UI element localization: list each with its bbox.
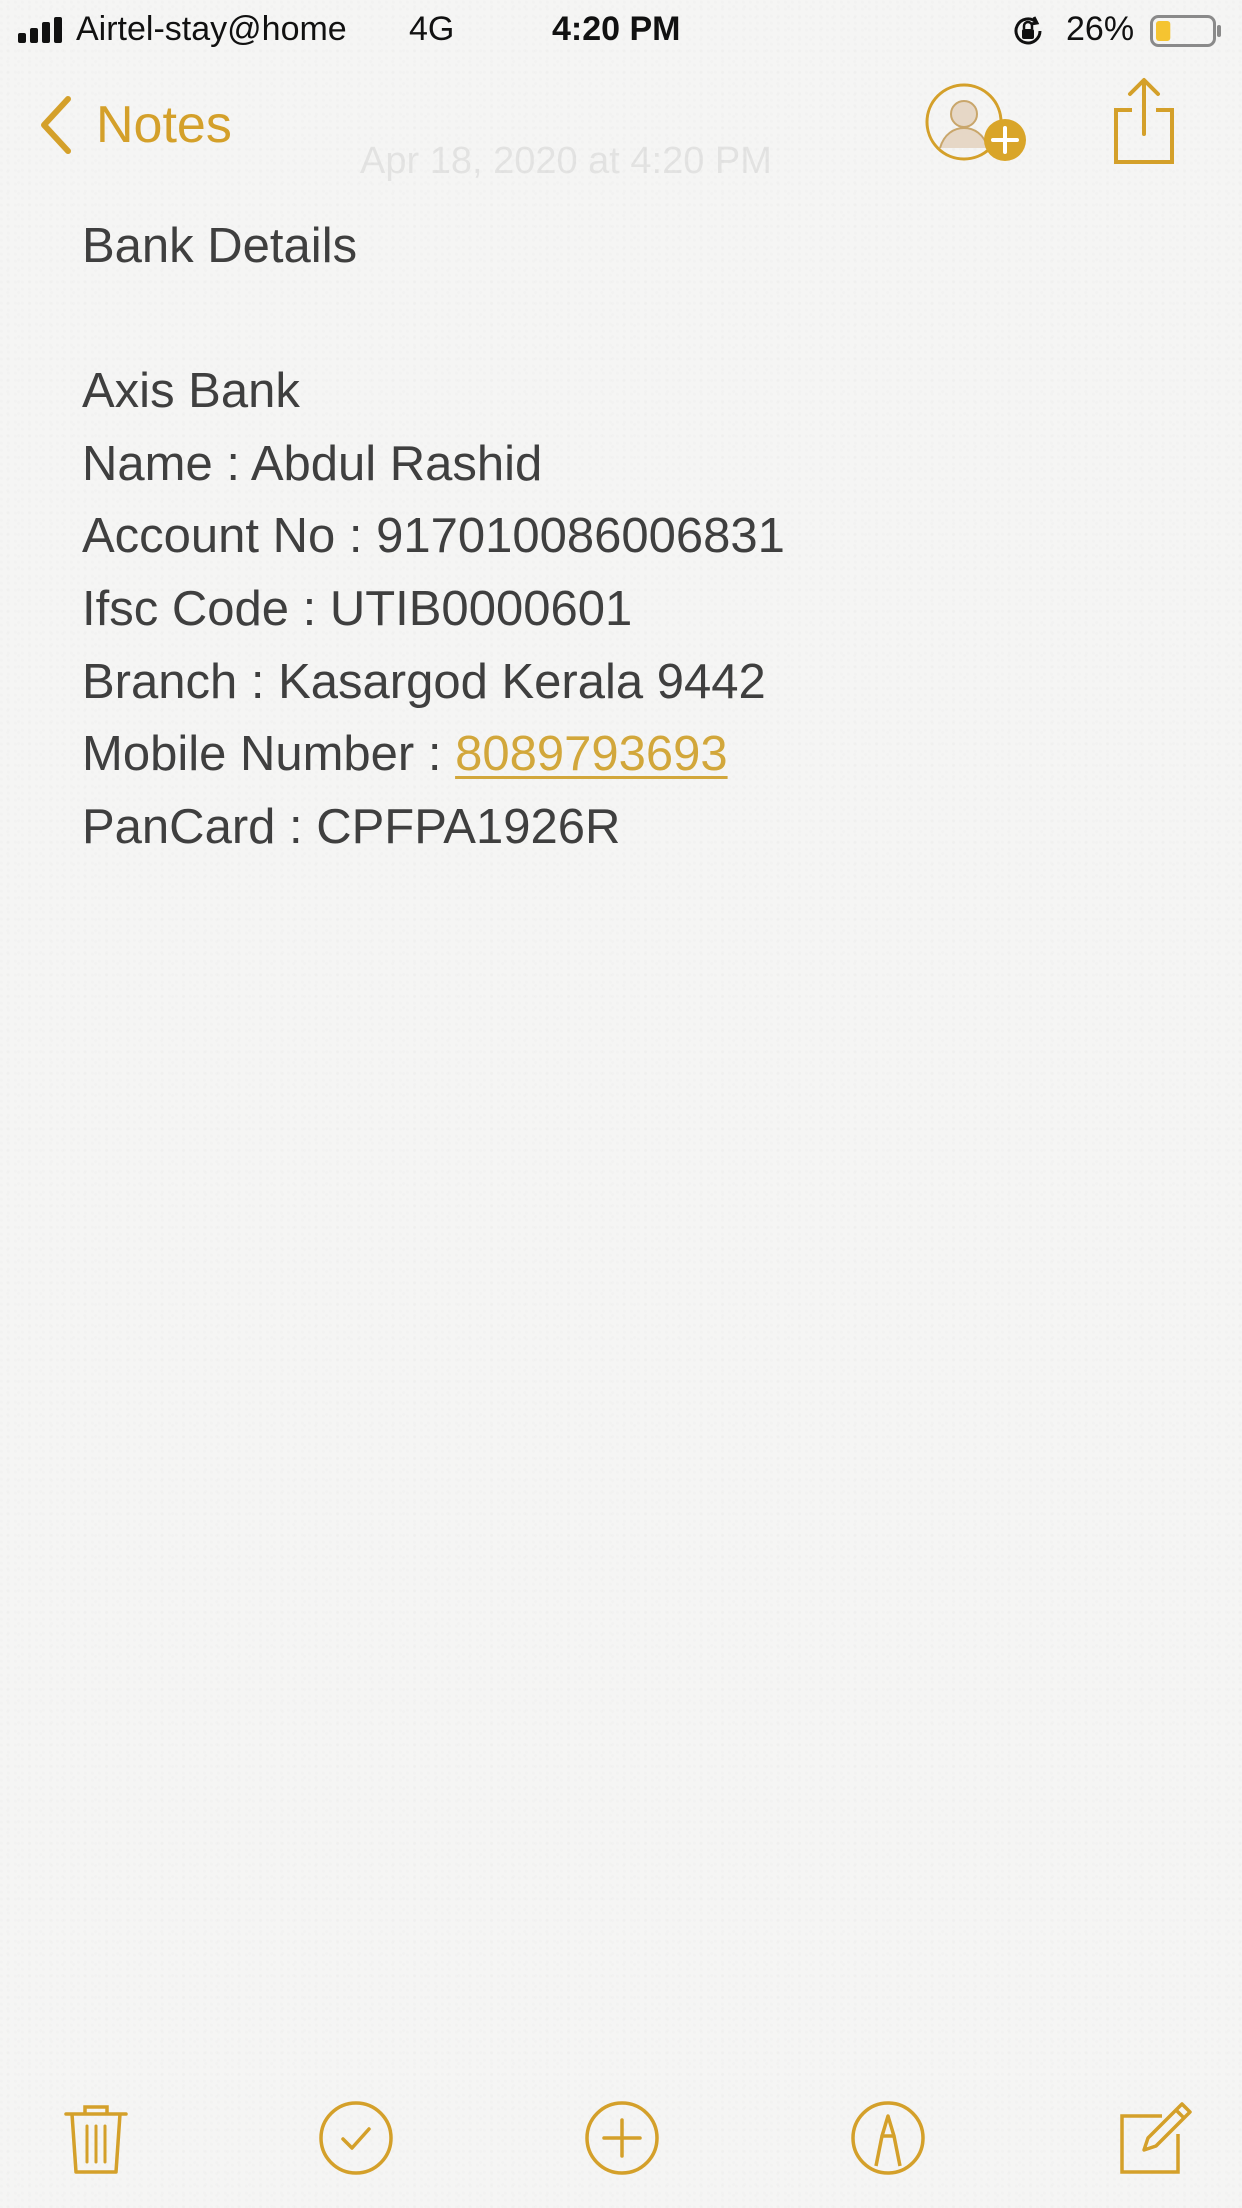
checklist-icon xyxy=(319,2101,393,2175)
account-number-line: Account No : 917010086006831 xyxy=(82,509,785,564)
delete-note-button[interactable] xyxy=(56,2098,136,2178)
battery-percent: 26% xyxy=(1066,10,1135,48)
add-people-button[interactable] xyxy=(924,82,1030,168)
status-bar: Airtel-stay@home 4G 4:20 PM 26% xyxy=(0,0,1242,62)
note-date-title: Apr 18, 2020 at 4:20 PM xyxy=(360,140,772,182)
phone-number-link[interactable]: 8089793693 xyxy=(455,727,728,781)
back-button-label: Notes xyxy=(96,96,232,154)
share-icon xyxy=(1114,78,1174,164)
mobile-number-line: Mobile Number : 8089793693 xyxy=(82,718,1182,791)
checklist-button[interactable] xyxy=(316,2098,396,2178)
chevron-left-icon xyxy=(41,96,71,154)
trash-icon xyxy=(64,2105,128,2174)
note-title: Bank Details xyxy=(82,219,358,273)
notes-screen: Airtel-stay@home 4G 4:20 PM 26% Notes Ap… xyxy=(0,0,1242,2208)
note-body[interactable]: Bank Details Axis Bank Name : Abdul Rash… xyxy=(82,210,1182,863)
add-attachment-button[interactable] xyxy=(582,2098,662,2178)
pancard-line: PanCard : CPFPA1926R xyxy=(82,799,621,854)
network-type: 4G xyxy=(409,10,455,48)
mobile-number-label: Mobile Number : xyxy=(82,727,456,782)
battery-icon xyxy=(1150,15,1221,47)
carrier-name: Airtel-stay@home xyxy=(76,10,347,48)
account-holder-line: Name : Abdul Rashid xyxy=(82,436,543,491)
markup-icon xyxy=(851,2101,925,2175)
add-icon xyxy=(585,2101,659,2175)
signal-strength-icon xyxy=(18,17,62,43)
share-button[interactable] xyxy=(1110,76,1178,166)
sketch-button[interactable] xyxy=(848,2098,928,2178)
branch-line: Branch : Kasargod Kerala 9442 xyxy=(82,654,766,709)
back-to-notes-button[interactable]: Notes xyxy=(38,90,232,160)
status-time: 4:20 PM xyxy=(552,10,681,48)
ifsc-code-line: Ifsc Code : UTIB0000601 xyxy=(82,581,633,636)
bank-name-line: Axis Bank xyxy=(82,364,300,419)
compose-icon xyxy=(1120,2102,1192,2174)
orientation-lock-icon xyxy=(1014,16,1042,45)
compose-note-button[interactable] xyxy=(1114,2098,1194,2178)
add-person-icon xyxy=(925,83,1026,161)
